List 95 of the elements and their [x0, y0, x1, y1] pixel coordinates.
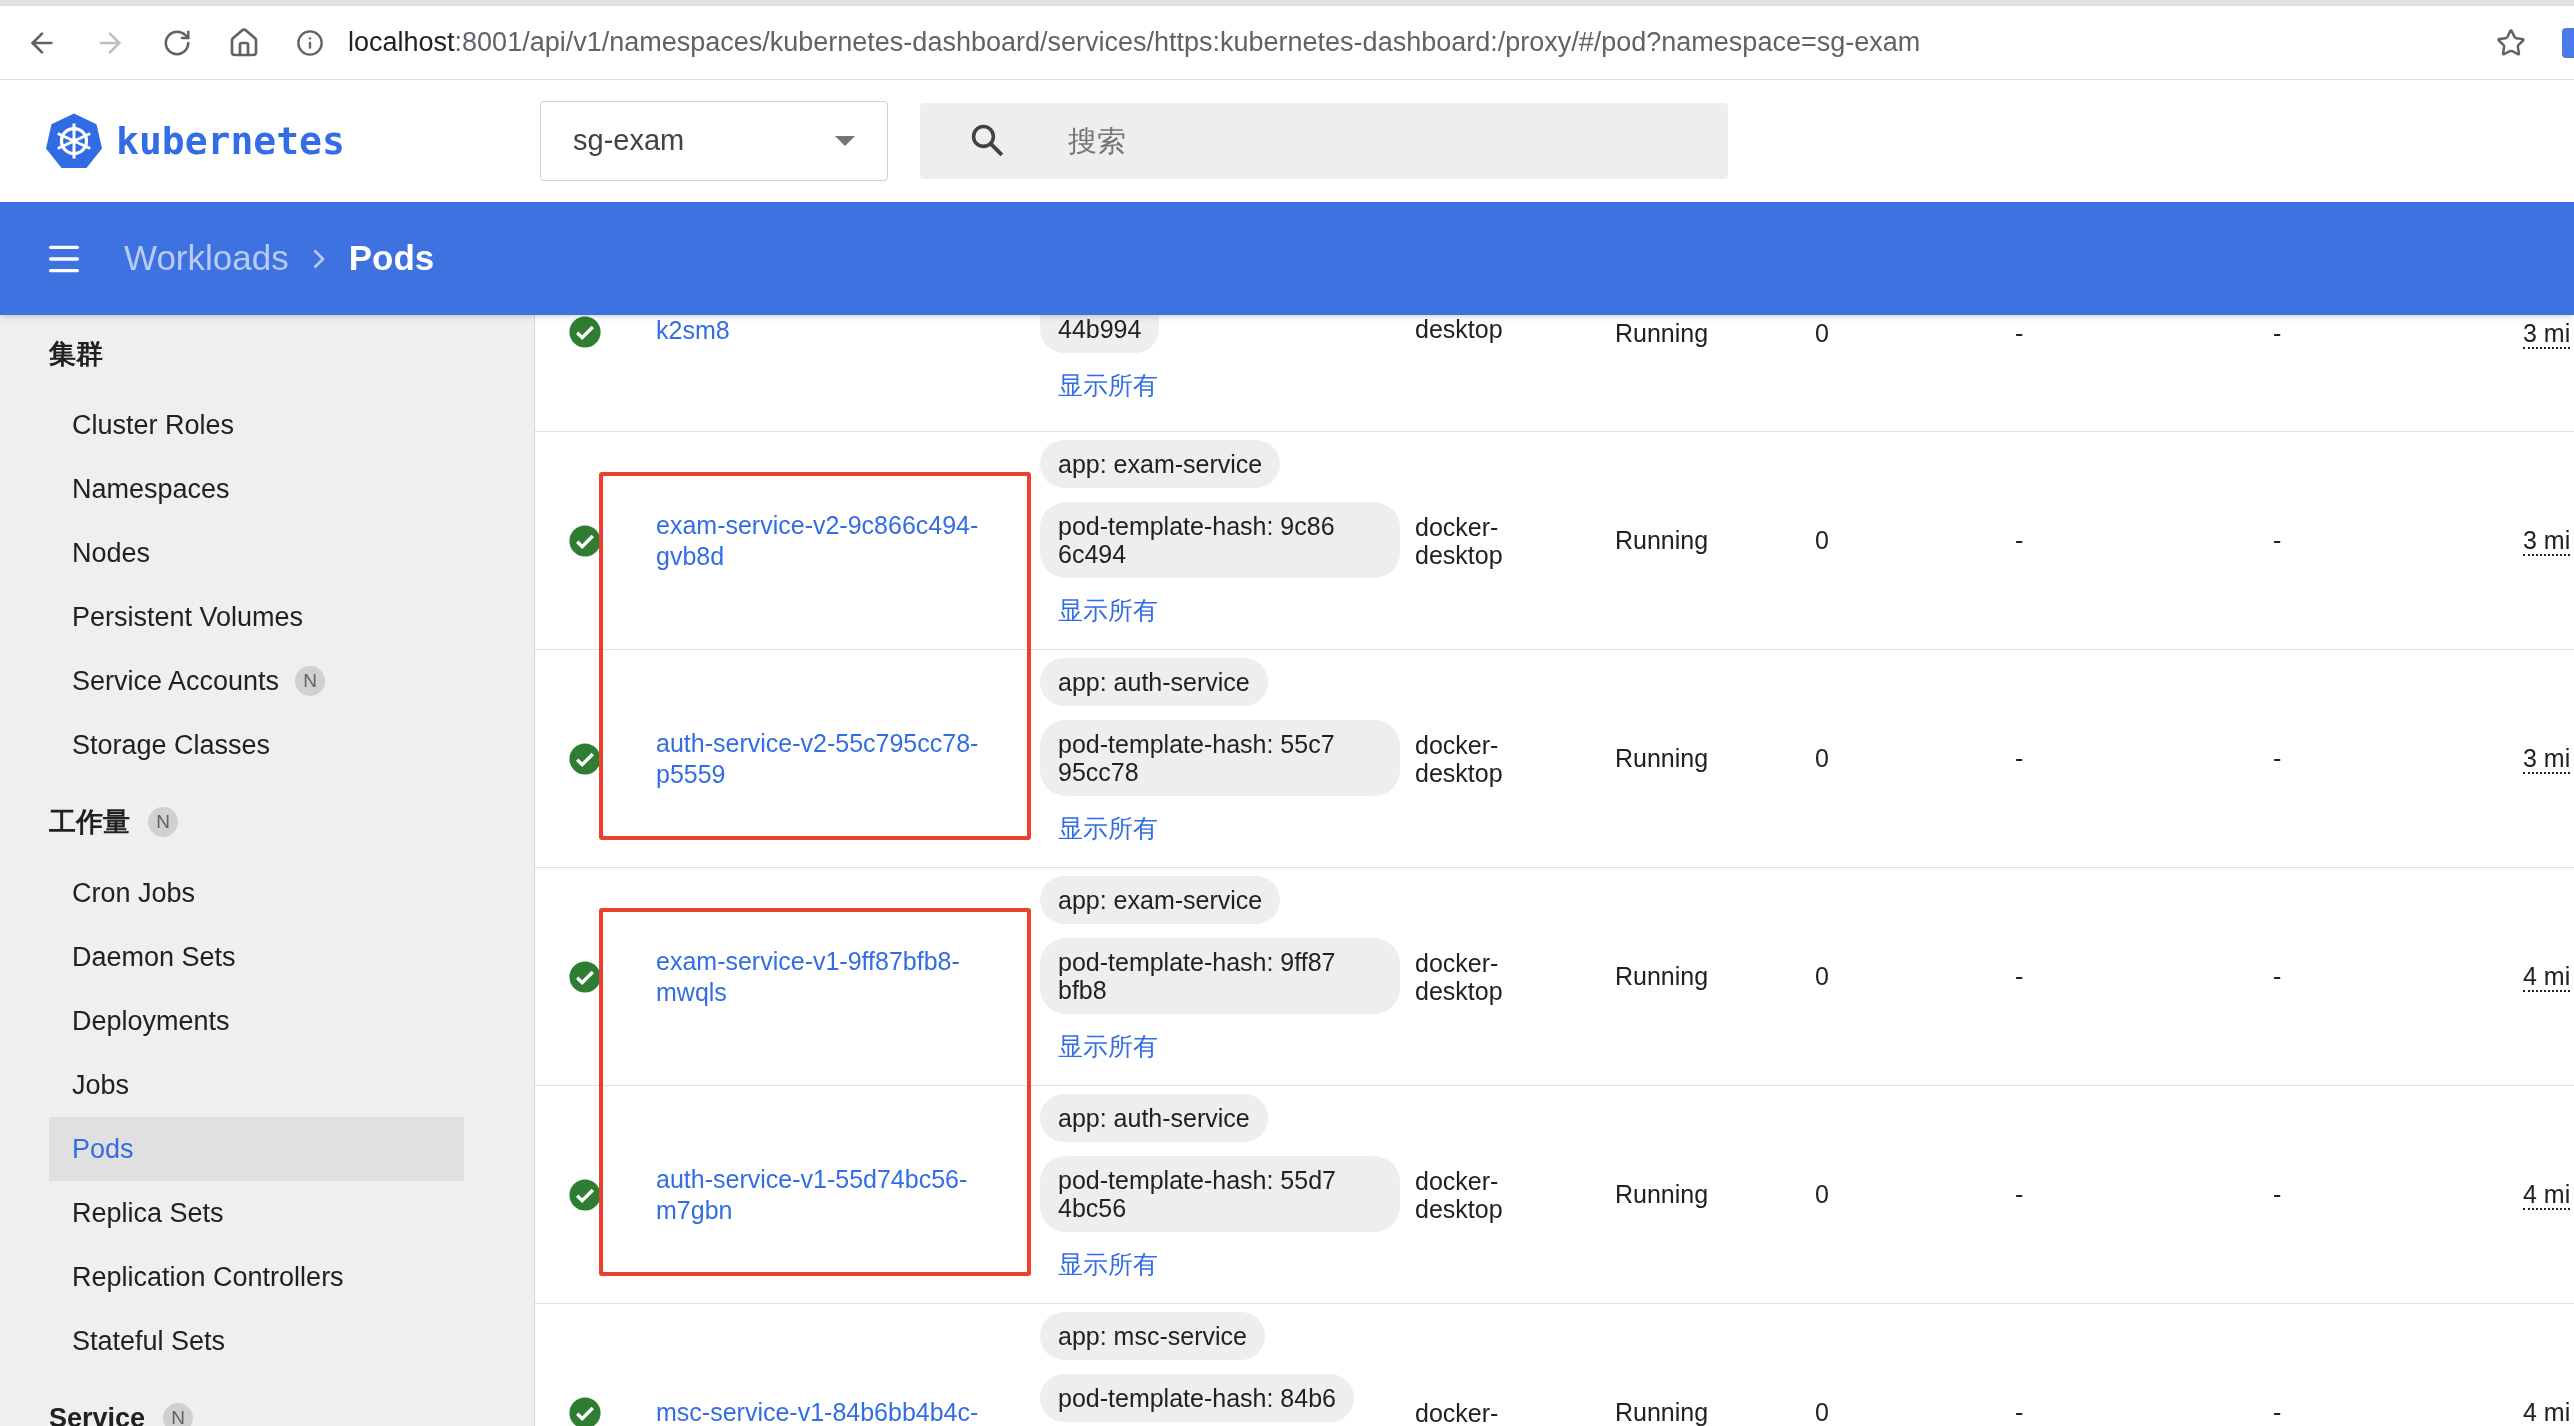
label-chip: pod-template-hash: 55d7 4bc56	[1040, 1156, 1400, 1232]
table-cell: -	[2273, 1397, 2282, 1426]
age-text: 3 mi	[2523, 525, 2571, 556]
new-badge: N	[295, 666, 326, 696]
check-circle-icon	[568, 741, 602, 776]
pod-name-link[interactable]: msc-service-v1-84b6bb4b4c-	[656, 1397, 1020, 1426]
dropdown-caret-icon	[835, 136, 855, 146]
node-name: docker-desktop	[1415, 948, 1504, 1005]
label-chip: app: auth-service	[1040, 658, 1268, 706]
check-circle-icon	[568, 523, 602, 558]
table-cell: -	[2015, 1179, 2024, 1208]
status-text: Running	[1615, 743, 1709, 772]
breadcrumb-link[interactable]: Pods	[348, 232, 435, 285]
sidebar-item[interactable]: Jobs	[49, 1053, 464, 1117]
node-name: docker-desktop	[1415, 730, 1504, 787]
status-text: Running	[1615, 319, 1709, 347]
label-chip: app: exam-service	[1040, 876, 1281, 924]
restarts-count: 0	[1815, 319, 1829, 347]
show-all-link[interactable]: 显示所有	[1040, 1028, 1176, 1066]
status-text: Running	[1615, 1179, 1709, 1208]
new-badge: N	[163, 1403, 194, 1426]
check-circle-icon	[568, 1177, 602, 1212]
table-cell: -	[2015, 961, 2024, 990]
info-icon[interactable]	[296, 28, 324, 57]
address-text[interactable]: localhost:8001/api/v1/namespaces/kubernetes-dashboard/services/https:kubernetes-dashboard:/proxy/#/pod?namespace=sg-exam	[348, 22, 2460, 63]
label-chip: 44b994	[1040, 315, 1160, 353]
extension-icon[interactable]	[2562, 27, 2574, 58]
status-text: Running	[1615, 525, 1709, 554]
sidebar-item[interactable]: Replication Controllers	[49, 1245, 464, 1309]
sidebar-item[interactable]: Daemon Sets	[49, 925, 464, 989]
restarts-count: 0	[1815, 961, 1829, 990]
age-text: 3 mi	[2523, 319, 2571, 349]
search-icon	[970, 123, 1004, 157]
search-field[interactable]: 搜索	[920, 103, 1728, 179]
pod-name-link[interactable]: exam-service-v1-9ff87bfb8-mwqls	[656, 945, 1020, 1008]
sidebar-item[interactable]: Namespaces	[49, 457, 464, 521]
status-text: Running	[1615, 961, 1709, 990]
sidebar-item[interactable]: Stateful Sets	[49, 1309, 464, 1373]
sidebar-item[interactable]: Persistent Volumes	[49, 585, 464, 649]
node-name: desktop	[1415, 315, 1504, 343]
sidebar-item[interactable]: Cluster Roles	[49, 393, 464, 457]
label-chip: app: exam-service	[1040, 440, 1281, 488]
table-cell: -	[2273, 319, 2282, 347]
age-text: 4 mi	[2523, 1397, 2571, 1426]
table-cell: -	[2273, 743, 2282, 772]
age-text: 3 mi	[2523, 743, 2571, 774]
helm-wheel-logo-icon	[44, 111, 104, 171]
sidebar-item[interactable]: Storage Classes	[49, 713, 464, 777]
restarts-count: 0	[1815, 1179, 1829, 1208]
label-chip: pod-template-hash: 9ff87 bfb8	[1040, 938, 1400, 1014]
home-icon[interactable]	[228, 26, 260, 59]
age-text: 4 mi	[2523, 961, 2571, 992]
check-circle-icon	[568, 959, 602, 994]
node-name: docker-desktop	[1415, 1166, 1504, 1223]
age-text: 4 mi	[2523, 1179, 2571, 1210]
table-cell: -	[2015, 319, 2024, 347]
section-heading: 集群	[49, 337, 103, 371]
pod-name-link[interactable]: auth-service-v1-55d74bc56-m7gbn	[656, 1163, 1020, 1226]
pod-name-link[interactable]: exam-service-v2-9c866c494-gvb8d	[656, 509, 1020, 572]
star-icon[interactable]	[2496, 27, 2526, 58]
label-chip: pod-template-hash: 55c7 95cc78	[1040, 720, 1400, 796]
sidebar-item[interactable]: Deployments	[49, 989, 464, 1053]
check-circle-icon	[568, 315, 602, 349]
show-all-link[interactable]: 显示所有	[1040, 810, 1176, 848]
sidebar-item[interactable]: Service Accounts N	[49, 649, 464, 713]
pod-name-link[interactable]: auth-service-v2-55c795cc78-p5559	[656, 727, 1020, 790]
show-all-link[interactable]: 显示所有	[1040, 1246, 1176, 1284]
chevron-right-icon	[312, 248, 325, 269]
table-cell: -	[2015, 743, 2024, 772]
table-cell: -	[2273, 961, 2282, 990]
sidebar-item[interactable]: Nodes	[49, 521, 464, 585]
table-cell: -	[2015, 1397, 2024, 1426]
node-name: docker-	[1415, 1398, 1500, 1426]
pod-name-link[interactable]: k2sm8	[656, 315, 1020, 346]
sidebar-item[interactable]: Replica Sets	[49, 1181, 464, 1245]
node-name: docker-desktop	[1415, 512, 1504, 569]
new-badge: N	[148, 807, 178, 837]
table-cell: -	[2273, 525, 2282, 554]
section-heading: 工作量	[49, 805, 130, 839]
show-all-link[interactable]: 显示所有	[1040, 592, 1176, 630]
label-chip: app: auth-service	[1040, 1094, 1268, 1142]
restarts-count: 0	[1815, 525, 1829, 554]
label-chip: app: msc-service	[1040, 1312, 1265, 1360]
sidebar-item[interactable]: Cron Jobs	[49, 861, 464, 925]
namespace-select[interactable]: sg-exam	[540, 101, 888, 181]
table-cell: -	[2015, 525, 2024, 554]
table-cell: -	[2273, 1179, 2282, 1208]
label-chip: pod-template-hash: 84b6	[1040, 1374, 1354, 1422]
logo-text: kubernetes	[116, 117, 345, 165]
status-text: Running	[1615, 1397, 1709, 1426]
label-chip: pod-template-hash: 9c86 6c494	[1040, 502, 1400, 578]
restarts-count: 0	[1815, 743, 1829, 772]
sidebar-item[interactable]: Pods	[49, 1117, 464, 1181]
show-all-link[interactable]: 显示所有	[1040, 367, 1176, 405]
restarts-count: 0	[1815, 1397, 1829, 1426]
